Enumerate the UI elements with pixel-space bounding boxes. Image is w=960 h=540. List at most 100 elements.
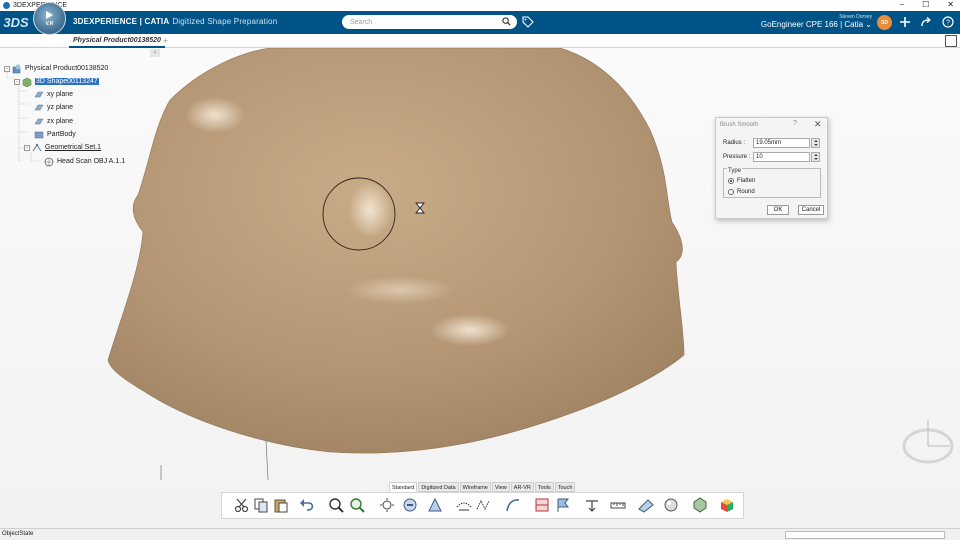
round-radio-dot[interactable] — [728, 189, 734, 195]
type-group: Type Flatten Round — [723, 168, 821, 198]
plane-icon — [34, 118, 44, 124]
status-text: ObjectState — [2, 531, 34, 537]
radius-label: Radius : — [723, 140, 746, 146]
radius-spinner[interactable] — [811, 138, 820, 148]
tab-ar-vr[interactable]: AR-VR — [510, 482, 534, 492]
pressure-row: Pressure : 10 — [723, 152, 820, 162]
flag-icon[interactable] — [555, 497, 571, 513]
brand-name: 3DEXPERIENCE | CATIA — [73, 17, 170, 26]
tab-digitized-data[interactable]: Digitized Data — [418, 482, 459, 492]
zoom-icon[interactable] — [328, 497, 344, 513]
compass-gizmo[interactable] — [902, 420, 954, 464]
flatten-radio[interactable]: Flatten — [728, 178, 755, 184]
tree-collapse-button[interactable]: ‹ — [150, 49, 160, 57]
dialog-help-button[interactable]: ? — [793, 120, 797, 127]
copy-icon[interactable] — [253, 497, 269, 513]
tree-node-head-scan[interactable]: Head Scan OBJ A.1.1 — [44, 156, 125, 167]
share-icon[interactable] — [920, 16, 932, 28]
sensor-icon[interactable] — [402, 497, 418, 513]
product-icon — [12, 64, 21, 73]
measure-icon[interactable] — [610, 497, 626, 513]
pressure-field[interactable]: 10 — [753, 152, 810, 162]
user-block[interactable]: Steven Dorsey GoEngineer CPE 166 | Catia… — [760, 14, 872, 29]
ok-button[interactable]: OK — [767, 205, 789, 215]
tab-physical-product[interactable]: Physical Product00138520 — [69, 34, 165, 48]
add-tab-button[interactable]: + — [163, 36, 168, 46]
offset-icon[interactable] — [584, 497, 600, 513]
app-header: 3DS 3DEXPERIENCE | CATIA Digitized Shape … — [0, 11, 960, 34]
tree-node-xy-plane[interactable]: xy plane — [34, 89, 73, 100]
flatten-radio-dot[interactable] — [728, 178, 734, 184]
tree-node-zx-plane[interactable]: zx plane — [34, 116, 73, 127]
ds-logo[interactable]: 3DS — [3, 11, 28, 34]
fullscreen-icon[interactable] — [945, 35, 957, 47]
curve-icon[interactable] — [505, 497, 521, 513]
tab-view[interactable]: View — [491, 482, 510, 492]
add-icon[interactable] — [899, 16, 911, 28]
zoom-area-icon[interactable] — [349, 497, 365, 513]
action-bar-tabs: Standard Digitized Data Wireframe View A… — [389, 482, 576, 492]
tab-standard[interactable]: Standard — [389, 482, 418, 492]
brand-title: 3DEXPERIENCE | CATIA Digitized Shape Prep… — [73, 17, 277, 26]
type-label: Type — [727, 168, 743, 174]
maximize-button[interactable]: ☐ — [922, 0, 929, 9]
search-input[interactable]: Search — [342, 15, 517, 29]
tag-icon[interactable] — [522, 16, 534, 28]
tenant-selector[interactable]: GoEngineer CPE 166 | Catia ⌄ — [760, 20, 872, 29]
partbody-icon — [34, 131, 44, 138]
apply-material-icon[interactable] — [663, 497, 679, 513]
mesh-icon — [44, 157, 54, 166]
svg-text:?: ? — [946, 20, 950, 27]
tree-node-geometrical-set[interactable]: − Geometrical Set.1 — [24, 142, 101, 153]
close-window-button[interactable]: ✕ — [947, 0, 954, 9]
undo-icon[interactable] — [299, 497, 315, 513]
tree-node-yz-plane[interactable]: yz plane — [34, 102, 73, 113]
mesh-cleaner-icon[interactable] — [456, 497, 472, 513]
search-icon[interactable] — [502, 17, 511, 26]
compass-button[interactable]: V.R — [33, 2, 66, 35]
pressure-label: Pressure : — [723, 154, 751, 160]
pressure-spinner[interactable] — [811, 152, 820, 162]
section-icon[interactable] — [534, 497, 550, 513]
compass-version: V.R — [45, 20, 54, 27]
round-label: Round — [737, 189, 755, 195]
color-cube-icon[interactable] — [719, 497, 735, 513]
command-input[interactable] — [785, 531, 945, 539]
plane-icon — [34, 91, 44, 97]
radius-row: Radius : 19.05mm — [723, 138, 820, 148]
hide-show-icon[interactable] — [379, 497, 395, 513]
brush-smooth-dialog: Brush Smooth ? ✕ Radius : 19.05mm Pressu… — [715, 117, 828, 219]
help-icon[interactable]: ? — [942, 16, 954, 28]
os-title-bar: 3DEXPERIENCE − ☐ ✕ — [0, 0, 960, 11]
fly-icon[interactable] — [427, 497, 443, 513]
dialog-title: Brush Smooth — [720, 121, 759, 128]
tree-node-physical-product[interactable]: − Physical Product00138520 — [4, 63, 108, 74]
avatar[interactable]: SD — [877, 15, 892, 30]
decimate-icon[interactable] — [475, 497, 491, 513]
dialog-close-button[interactable]: ✕ — [814, 119, 822, 130]
paste-icon[interactable] — [273, 497, 289, 513]
minimize-button[interactable]: − — [899, 0, 904, 9]
status-bar: ObjectState — [0, 528, 960, 540]
play-icon — [46, 10, 53, 19]
cancel-button[interactable]: Cancel — [798, 205, 824, 215]
action-bar — [221, 492, 744, 519]
cut-icon[interactable] — [234, 497, 250, 513]
app-name: Digitized Shape Preparation — [172, 17, 278, 26]
round-radio[interactable]: Round — [728, 189, 755, 195]
tab-wireframe[interactable]: Wireframe — [459, 482, 491, 492]
app-icon — [3, 2, 10, 9]
tab-tools[interactable]: Tools — [534, 482, 554, 492]
tree-node-3d-shape[interactable]: − 3D Shape00113247 — [14, 76, 99, 87]
tree-node-partbody[interactable]: PartBody — [34, 129, 76, 140]
tab-touch[interactable]: Touch — [554, 482, 576, 492]
tab-strip: Physical Product00138520 + — [0, 34, 960, 48]
radius-field[interactable]: 19.05mm — [753, 138, 810, 148]
search-placeholder: Search — [350, 18, 373, 26]
render-icon[interactable] — [692, 497, 708, 513]
3d-shape-icon — [22, 77, 32, 87]
align-icon[interactable] — [638, 497, 654, 513]
geometrical-set-icon — [32, 143, 42, 151]
flatten-label: Flatten — [737, 178, 756, 184]
hourglass-cursor-icon — [415, 202, 425, 214]
